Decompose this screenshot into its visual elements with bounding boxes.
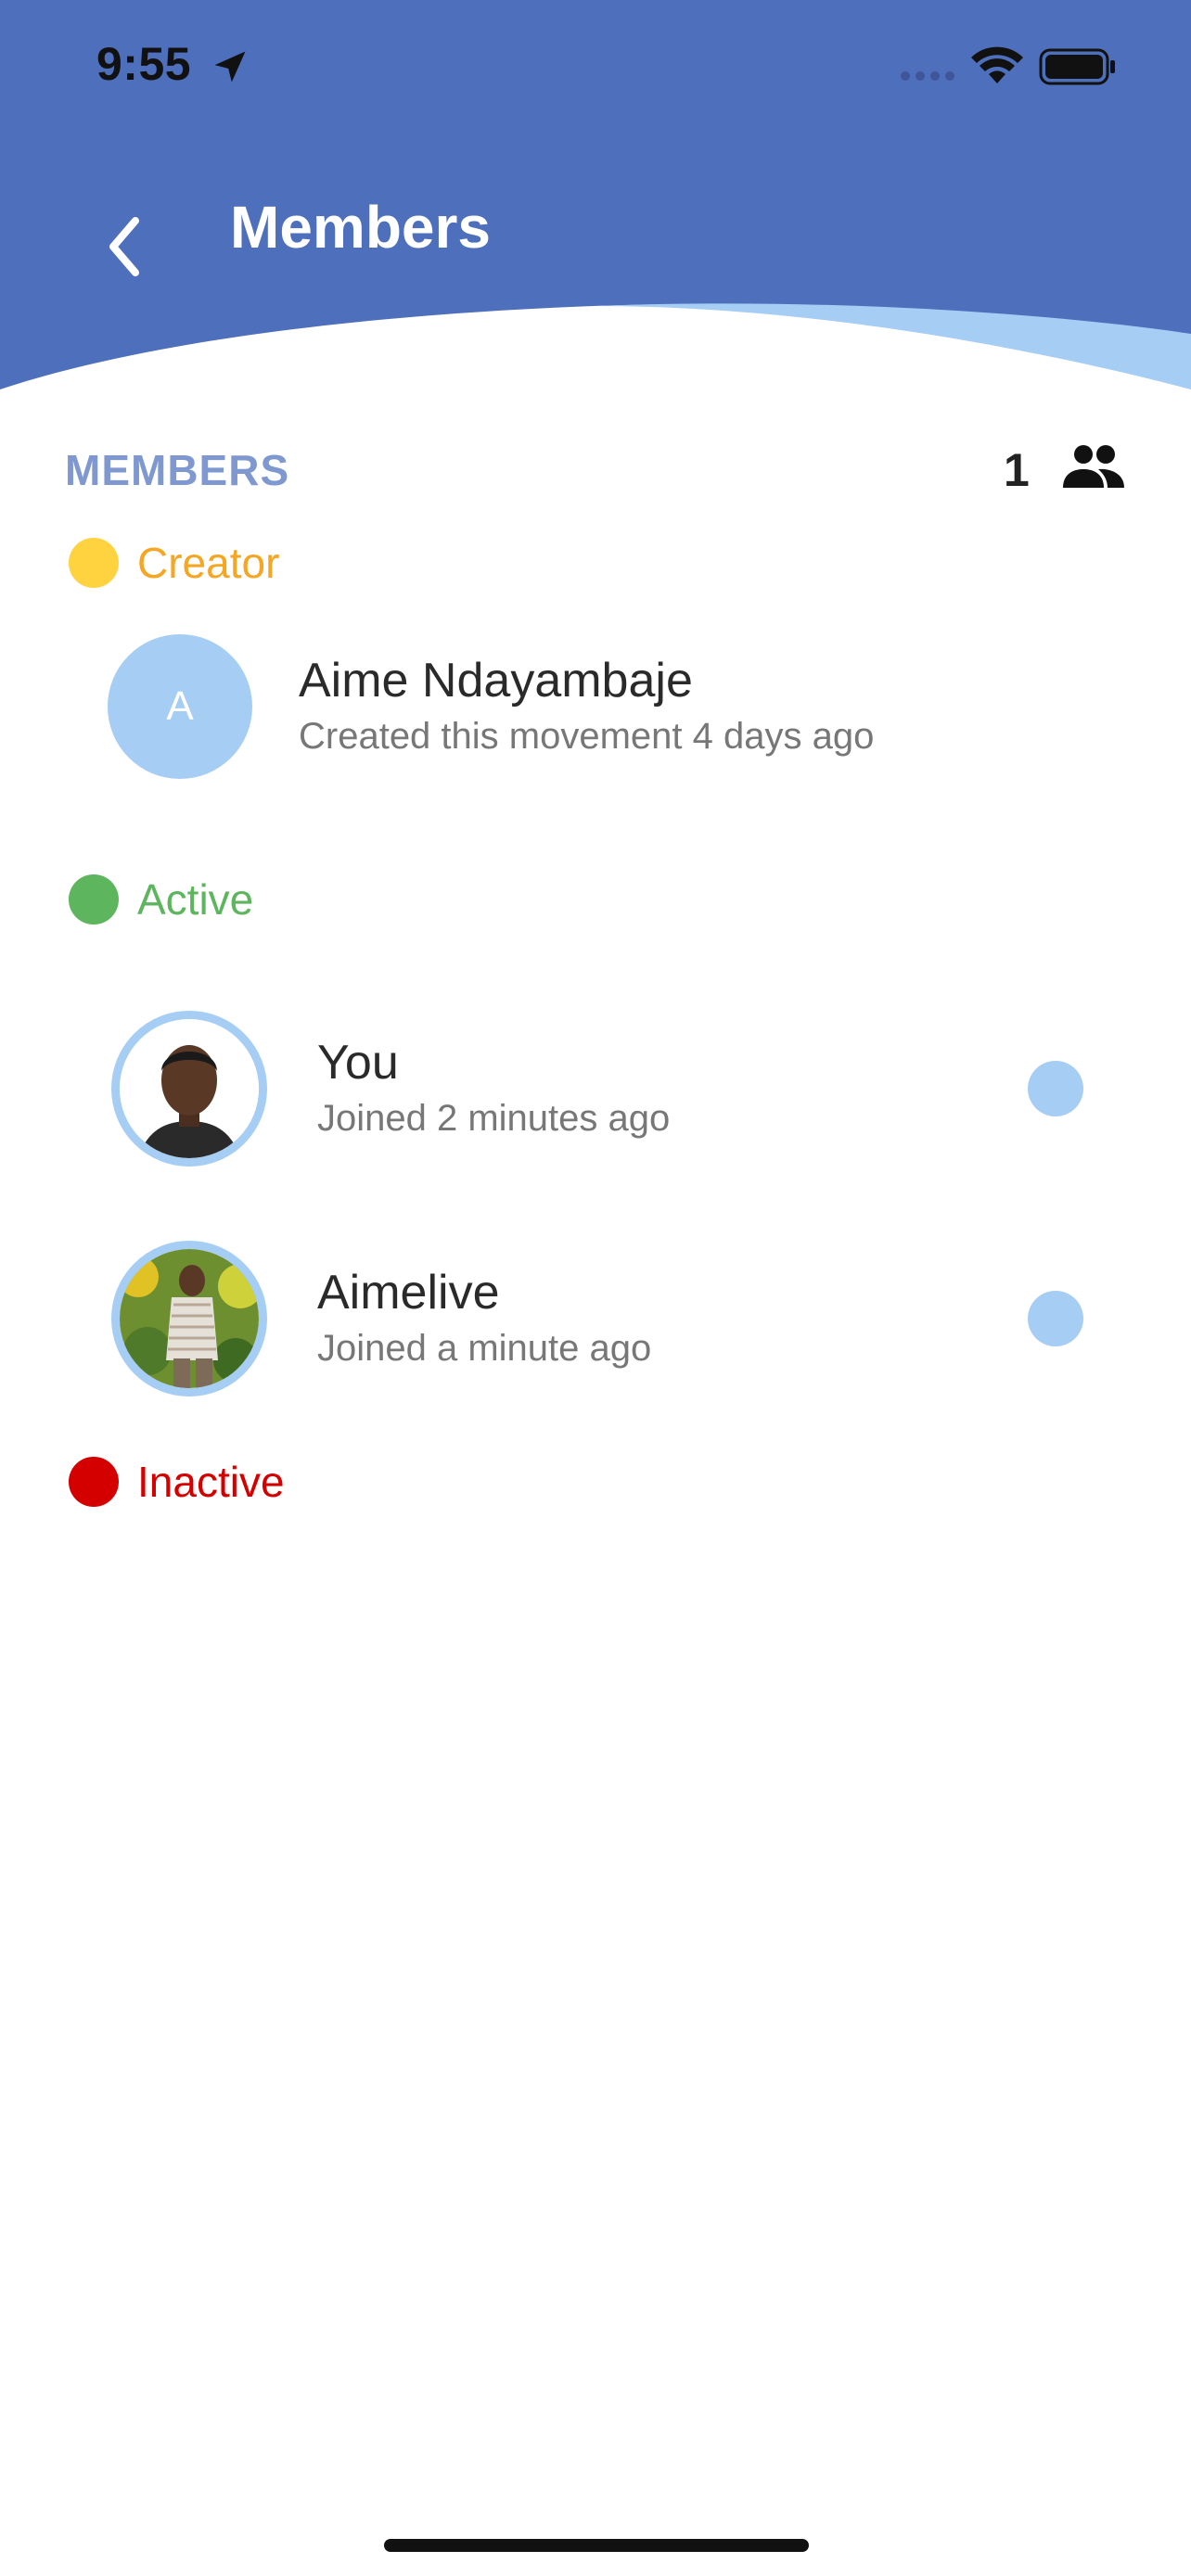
- active-dot: [69, 874, 119, 925]
- member-row-creator[interactable]: A Aime Ndayambaje Created this movement …: [0, 634, 1191, 792]
- online-status-dot: [1028, 1061, 1083, 1116]
- back-button[interactable]: [93, 198, 158, 282]
- members-section-label: MEMBERS: [65, 446, 290, 494]
- wifi-icon: [971, 46, 1023, 83]
- home-indicator[interactable]: [384, 2539, 809, 2552]
- page-title: Members: [230, 194, 491, 261]
- inactive-dot: [69, 1457, 119, 1507]
- member-subtitle: Created this movement 4 days ago: [299, 716, 875, 757]
- avatar: [111, 1241, 267, 1396]
- cellular-signal-icon: [901, 71, 954, 81]
- category-inactive: Inactive: [69, 1456, 285, 1508]
- active-label: Active: [137, 875, 254, 924]
- app-header: 9:55 Members: [0, 0, 1191, 399]
- creator-dot: [69, 538, 119, 588]
- category-creator: Creator: [69, 537, 279, 589]
- group-people-icon: [1063, 445, 1124, 488]
- member-subtitle: Joined 2 minutes ago: [317, 1098, 671, 1139]
- member-subtitle: Joined a minute ago: [317, 1328, 652, 1369]
- creator-label: Creator: [137, 539, 280, 587]
- category-active: Active: [69, 874, 253, 925]
- status-time: 9:55: [96, 38, 192, 90]
- chevron-left-icon: [109, 217, 139, 276]
- online-status-dot: [1028, 1291, 1083, 1346]
- battery-icon: [1039, 48, 1115, 85]
- member-count: 1: [1004, 444, 1030, 496]
- inactive-label: Inactive: [137, 1458, 285, 1506]
- member-name: You: [317, 1036, 399, 1090]
- avatar: A: [108, 634, 252, 779]
- members-screen: 9:55 Members MEMBERS 1 Creator A Aime Nd…: [0, 0, 1191, 2576]
- member-row-aimelive[interactable]: Aimelive Joined a minute ago: [0, 1241, 1191, 1398]
- profile-photo-icon: [120, 1019, 259, 1158]
- location-arrow-icon: [214, 51, 246, 83]
- avatar: [111, 1011, 267, 1167]
- member-name: Aimelive: [317, 1266, 500, 1320]
- member-row-you[interactable]: You Joined 2 minutes ago: [0, 1011, 1191, 1168]
- member-name: Aime Ndayambaje: [299, 654, 693, 708]
- profile-photo-icon: [120, 1249, 259, 1388]
